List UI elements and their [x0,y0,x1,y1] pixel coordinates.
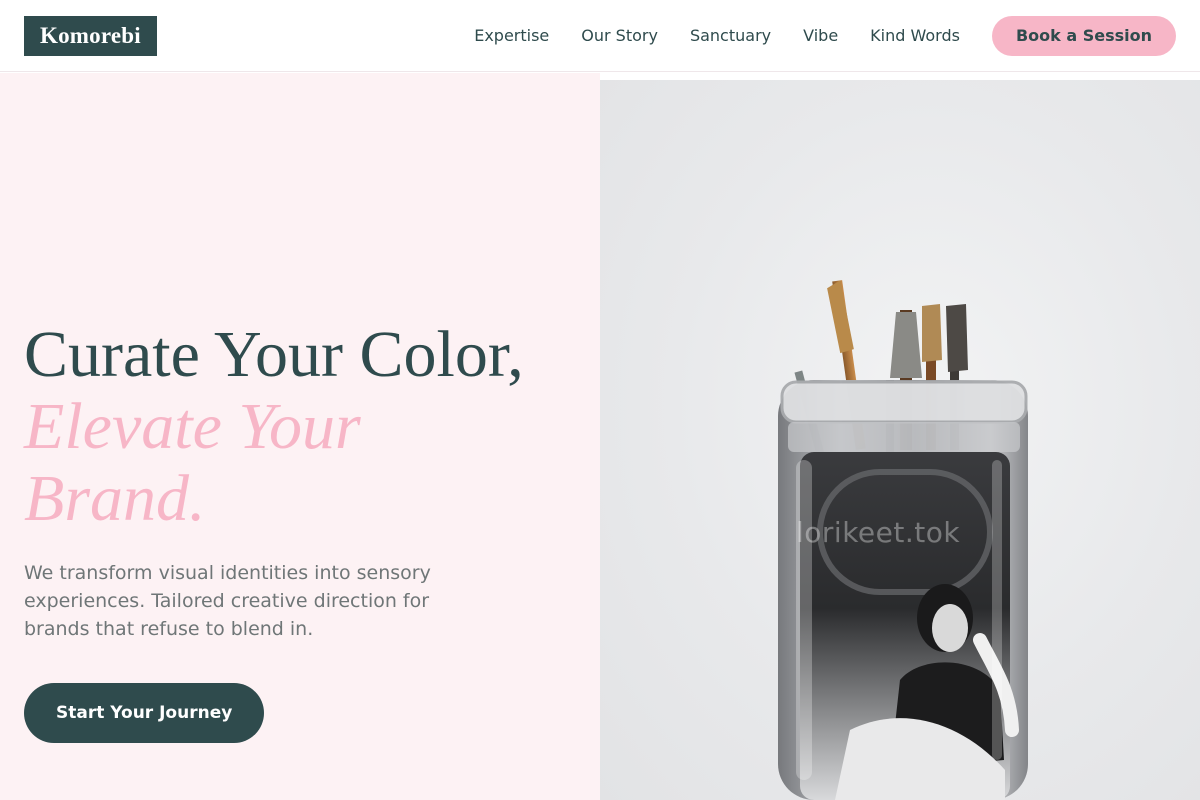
hero-headline-accent: Elevate Your Brand. [24,390,361,535]
site-header: Komorebi Expertise Our Story Sanctuary V… [0,0,1200,72]
nav-link-our-story[interactable]: Our Story [581,26,658,45]
nav-link-vibe[interactable]: Vibe [803,26,838,45]
hero-text-block: Curate Your Color, Elevate Your Brand. W… [24,319,584,743]
start-journey-button[interactable]: Start Your Journey [24,683,265,743]
image-watermark: lorikeet.tok [796,516,961,549]
nav-link-expertise[interactable]: Expertise [474,26,549,45]
hero-headline: Curate Your Color, [24,318,524,391]
main-nav: Expertise Our Story Sanctuary Vibe Kind … [474,26,960,45]
hero-section: Curate Your Color, Elevate Your Brand. W… [0,73,600,800]
paint-brush-jar-illustration [778,280,1028,800]
brand-logo[interactable]: Komorebi [24,15,157,56]
nav-link-kind-words[interactable]: Kind Words [870,26,960,45]
hero-image: lorikeet.tok [600,80,1200,800]
nav-link-sanctuary[interactable]: Sanctuary [690,26,771,45]
hero-subtext: We transform visual identities into sens… [24,562,431,640]
book-session-button[interactable]: Book a Session [991,15,1176,56]
